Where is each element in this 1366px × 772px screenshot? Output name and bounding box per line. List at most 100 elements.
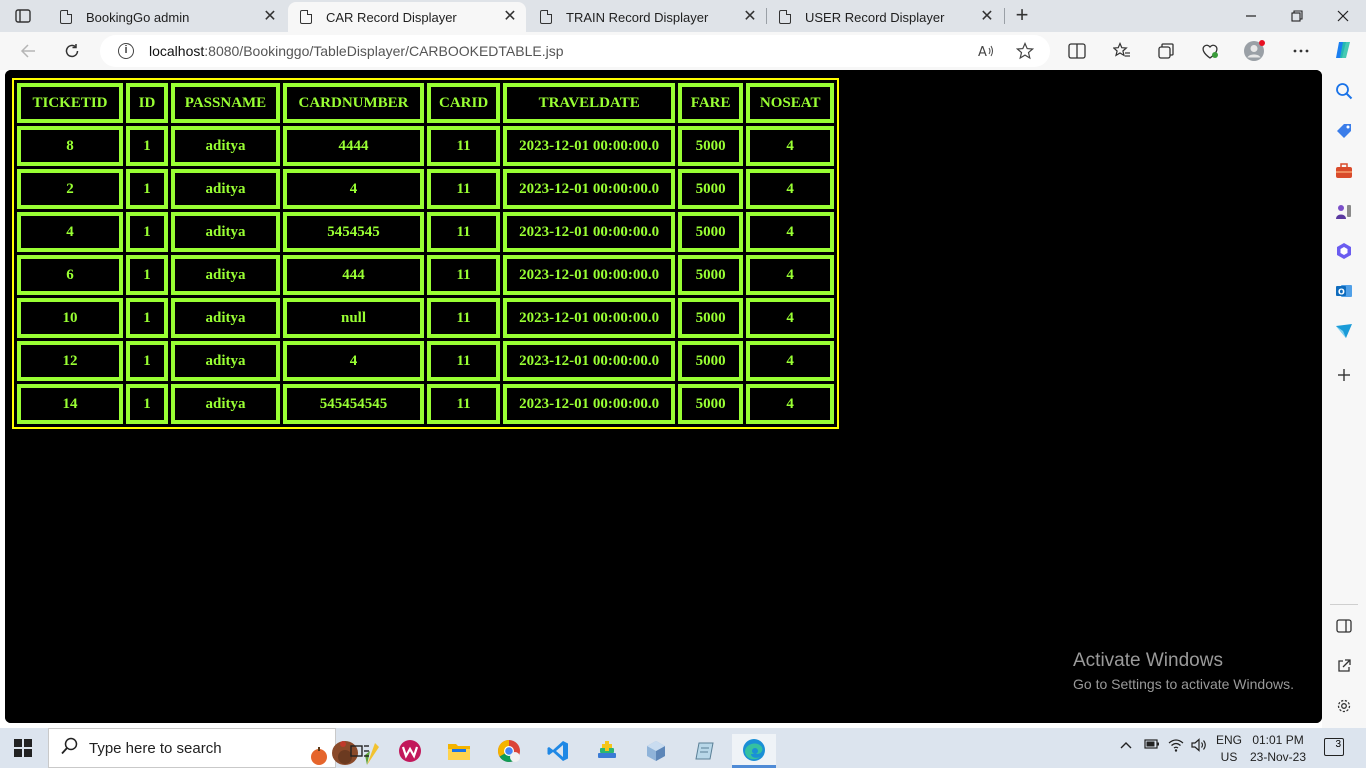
show-hidden-icons-button[interactable]: [1120, 738, 1132, 753]
chrome-app[interactable]: [489, 734, 529, 768]
back-button[interactable]: [14, 37, 42, 65]
collections-icon[interactable]: [1155, 40, 1177, 62]
cell-carid: 11: [427, 341, 501, 381]
cell-noseat: 4: [746, 126, 835, 166]
tab-train-record-displayer[interactable]: TRAIN Record Displayer ✕: [528, 2, 766, 32]
cell-ticketid: 8: [17, 126, 123, 166]
cell-carid: 11: [427, 384, 501, 424]
vscode-app[interactable]: [538, 734, 578, 768]
battery-icon[interactable]: [1144, 738, 1160, 753]
virtualbox-app[interactable]: [636, 734, 676, 768]
cell-ticketid: 4: [17, 212, 123, 252]
tools-briefcase-icon[interactable]: [1334, 161, 1354, 181]
table-row: 10 1 aditya null 11 2023-12-01 00:00:00.…: [17, 298, 835, 338]
sidebar-divider: [1330, 604, 1358, 605]
open-external-icon[interactable]: [1334, 656, 1354, 676]
profile-avatar[interactable]: [1243, 40, 1265, 62]
wps-office-app[interactable]: [390, 734, 430, 768]
site-info-icon[interactable]: i: [118, 43, 134, 59]
vscode-icon: [547, 741, 568, 761]
file-explorer-app[interactable]: [439, 734, 479, 768]
column-header-carid: CARID: [427, 83, 501, 123]
start-button[interactable]: [14, 739, 32, 757]
outlook-icon[interactable]: O: [1334, 281, 1354, 301]
close-tab-icon[interactable]: ✕: [502, 9, 518, 25]
cell-cardnumber: 5454545: [283, 212, 424, 252]
url-text[interactable]: localhost:8080/Bookinggo/TableDisplayer/…: [149, 43, 564, 59]
new-tab-button[interactable]: +: [1010, 4, 1034, 28]
cell-passname: aditya: [171, 341, 280, 381]
settings-gear-icon[interactable]: [1334, 696, 1354, 716]
search-icon: [61, 737, 81, 760]
split-screen-icon[interactable]: [1066, 40, 1088, 62]
cell-passname: aditya: [171, 169, 280, 209]
cell-carid: 11: [427, 169, 501, 209]
notification-center-button[interactable]: 3: [1324, 738, 1344, 756]
watermark-title: Activate Windows: [1073, 650, 1223, 671]
close-tab-icon[interactable]: ✕: [262, 9, 278, 25]
cell-noseat: 4: [746, 341, 835, 381]
restore-icon: [1291, 10, 1303, 22]
copilot-icon[interactable]: [1332, 38, 1356, 62]
tab-title: BookingGo admin: [86, 9, 190, 25]
favorite-star-icon[interactable]: [1015, 41, 1035, 61]
table-header-row: TICKETID ID PASSNAME CARDNUMBER CARID TR…: [17, 83, 835, 123]
taskbar-clock[interactable]: 01:01 PM 23-Nov-23: [1250, 732, 1306, 766]
address-bar[interactable]: i localhost:8080/Bookinggo/TableDisplaye…: [100, 35, 1050, 67]
close-tab-icon[interactable]: ✕: [742, 9, 758, 25]
browser-essentials-icon[interactable]: [1199, 40, 1221, 62]
cell-cardnumber: 545454545: [283, 384, 424, 424]
close-tab-icon[interactable]: ✕: [979, 9, 995, 25]
table-row: 14 1 aditya 545454545 11 2023-12-01 00:0…: [17, 384, 835, 424]
favorites-icon[interactable]: [1111, 40, 1133, 62]
wps-office-icon: [399, 740, 421, 762]
notes-app[interactable]: [685, 734, 725, 768]
task-view-button[interactable]: [340, 734, 380, 768]
volume-icon[interactable]: [1191, 738, 1207, 755]
table-row: 6 1 aditya 444 11 2023-12-01 00:00:00.0 …: [17, 255, 835, 295]
column-header-passname: PASSNAME: [171, 83, 280, 123]
cell-id: 1: [126, 126, 168, 166]
column-header-traveldate: TRAVELDATE: [503, 83, 676, 123]
cell-traveldate: 2023-12-01 00:00:00.0: [503, 298, 676, 338]
tab-actions-button[interactable]: [8, 4, 38, 28]
read-aloud-icon[interactable]: A: [976, 41, 996, 61]
add-sidebar-app-icon[interactable]: [1334, 365, 1354, 385]
tab-car-record-displayer[interactable]: CAR Record Displayer ✕: [288, 2, 526, 32]
taskbar-search-box[interactable]: Type here to search: [48, 728, 379, 768]
games-icon[interactable]: [1334, 201, 1354, 221]
wifi-icon[interactable]: [1168, 738, 1184, 755]
tool-app[interactable]: [587, 734, 627, 768]
cell-ticketid: 10: [17, 298, 123, 338]
cell-noseat: 4: [746, 169, 835, 209]
url-path: :8080/Bookinggo/TableDisplayer/CARBOOKED…: [204, 43, 564, 59]
microsoft-365-icon[interactable]: [1334, 241, 1354, 261]
cell-passname: aditya: [171, 212, 280, 252]
tab-bookinggo-admin[interactable]: BookingGo admin ✕: [48, 2, 286, 32]
page-body: TICKETID ID PASSNAME CARDNUMBER CARID TR…: [5, 70, 1322, 723]
browser-toolbar: i localhost:8080/Bookinggo/TableDisplaye…: [0, 32, 1366, 70]
cell-ticketid: 14: [17, 384, 123, 424]
tab-user-record-displayer[interactable]: USER Record Displayer ✕: [767, 2, 1003, 32]
send-plane-icon[interactable]: [1334, 321, 1354, 341]
tab-title: TRAIN Record Displayer: [566, 9, 709, 25]
hide-sidebar-icon[interactable]: [1334, 616, 1354, 636]
svg-text:A: A: [978, 45, 987, 59]
cell-id: 1: [126, 384, 168, 424]
close-icon: [1337, 10, 1349, 22]
table-row: 8 1 aditya 4444 11 2023-12-01 00:00:00.0…: [17, 126, 835, 166]
shopping-tag-icon[interactable]: [1334, 121, 1354, 141]
refresh-button[interactable]: [58, 37, 86, 65]
table-row: 2 1 aditya 4 11 2023-12-01 00:00:00.0 50…: [17, 169, 835, 209]
edge-app[interactable]: [732, 734, 776, 768]
windows-taskbar: Type here to search ENG US 01:01 PM 23-N…: [0, 728, 1366, 768]
search-icon[interactable]: [1334, 81, 1354, 101]
region-code: US: [1220, 750, 1238, 764]
more-options-icon[interactable]: [1290, 40, 1312, 62]
restore-button[interactable]: [1274, 0, 1320, 32]
close-window-button[interactable]: [1320, 0, 1366, 32]
page-icon: [60, 10, 72, 24]
cell-noseat: 4: [746, 212, 835, 252]
minimize-button[interactable]: [1228, 0, 1274, 32]
input-language-indicator[interactable]: ENG US: [1216, 732, 1242, 766]
